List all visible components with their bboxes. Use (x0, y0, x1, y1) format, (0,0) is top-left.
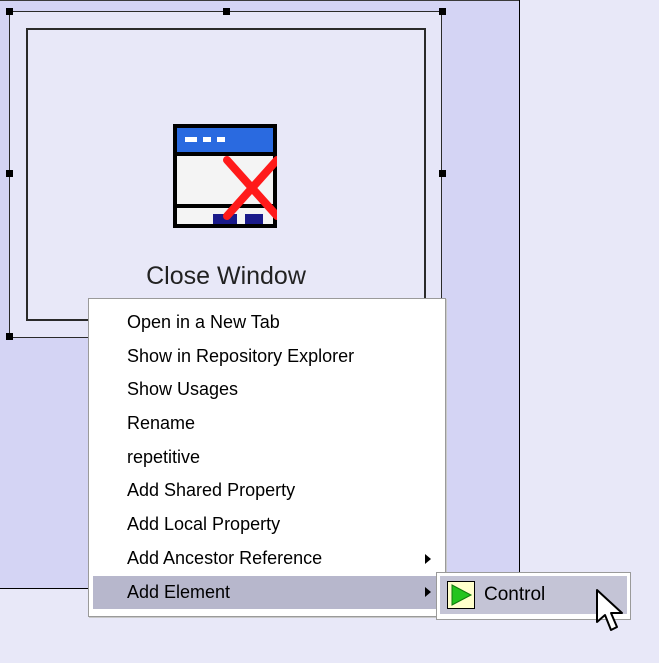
menu-item-label: Add Shared Property (127, 480, 296, 501)
resize-handle-right[interactable] (439, 170, 446, 177)
menu-item-label: repetitive (127, 446, 201, 467)
mouse-cursor-icon (596, 589, 623, 631)
context-menu: Open in a New Tab Show in Repository Exp… (88, 298, 446, 617)
menu-item-label: Show in Repository Explorer (127, 345, 355, 366)
menu-item-open-in-new-tab[interactable]: Open in a New Tab (89, 306, 445, 340)
resize-handle-left[interactable] (6, 170, 13, 177)
menu-item-label: Open in a New Tab (127, 312, 280, 332)
menu-item-label: Add Element (127, 581, 231, 602)
canvas-top-border (0, 0, 519, 1)
menu-item-repetitive[interactable]: repetitive (89, 441, 445, 475)
close-window-icon (173, 124, 277, 228)
menu-item-rename[interactable]: Rename (89, 407, 445, 441)
element-label: Close Window (146, 262, 306, 290)
menu-item-add-shared-property[interactable]: Add Shared Property (89, 474, 445, 508)
menu-item-add-ancestor-reference[interactable]: Add Ancestor Reference (89, 542, 445, 576)
menu-item-label: Rename (127, 413, 196, 434)
menu-item-show-usages[interactable]: Show Usages (89, 373, 445, 407)
resize-handle-top[interactable] (223, 8, 230, 15)
play-triangle-icon (447, 581, 475, 609)
resize-handle-top-right[interactable] (439, 8, 446, 15)
menu-item-label: Show Usages (127, 379, 239, 400)
menu-item-add-element[interactable]: Add Element (93, 575, 441, 610)
submenu-arrow-icon (425, 553, 431, 564)
menu-item-add-local-property[interactable]: Add Local Property (89, 508, 445, 542)
submenu-item-label: Control (484, 584, 546, 605)
menu-item-show-in-repository-explorer[interactable]: Show in Repository Explorer (89, 340, 445, 374)
resize-handle-bottom-left[interactable] (6, 333, 13, 340)
menu-item-label: Add Local Property (127, 514, 281, 535)
resize-handle-top-left[interactable] (6, 8, 13, 15)
submenu-arrow-icon (425, 587, 431, 598)
menu-item-label: Add Ancestor Reference (127, 547, 323, 568)
